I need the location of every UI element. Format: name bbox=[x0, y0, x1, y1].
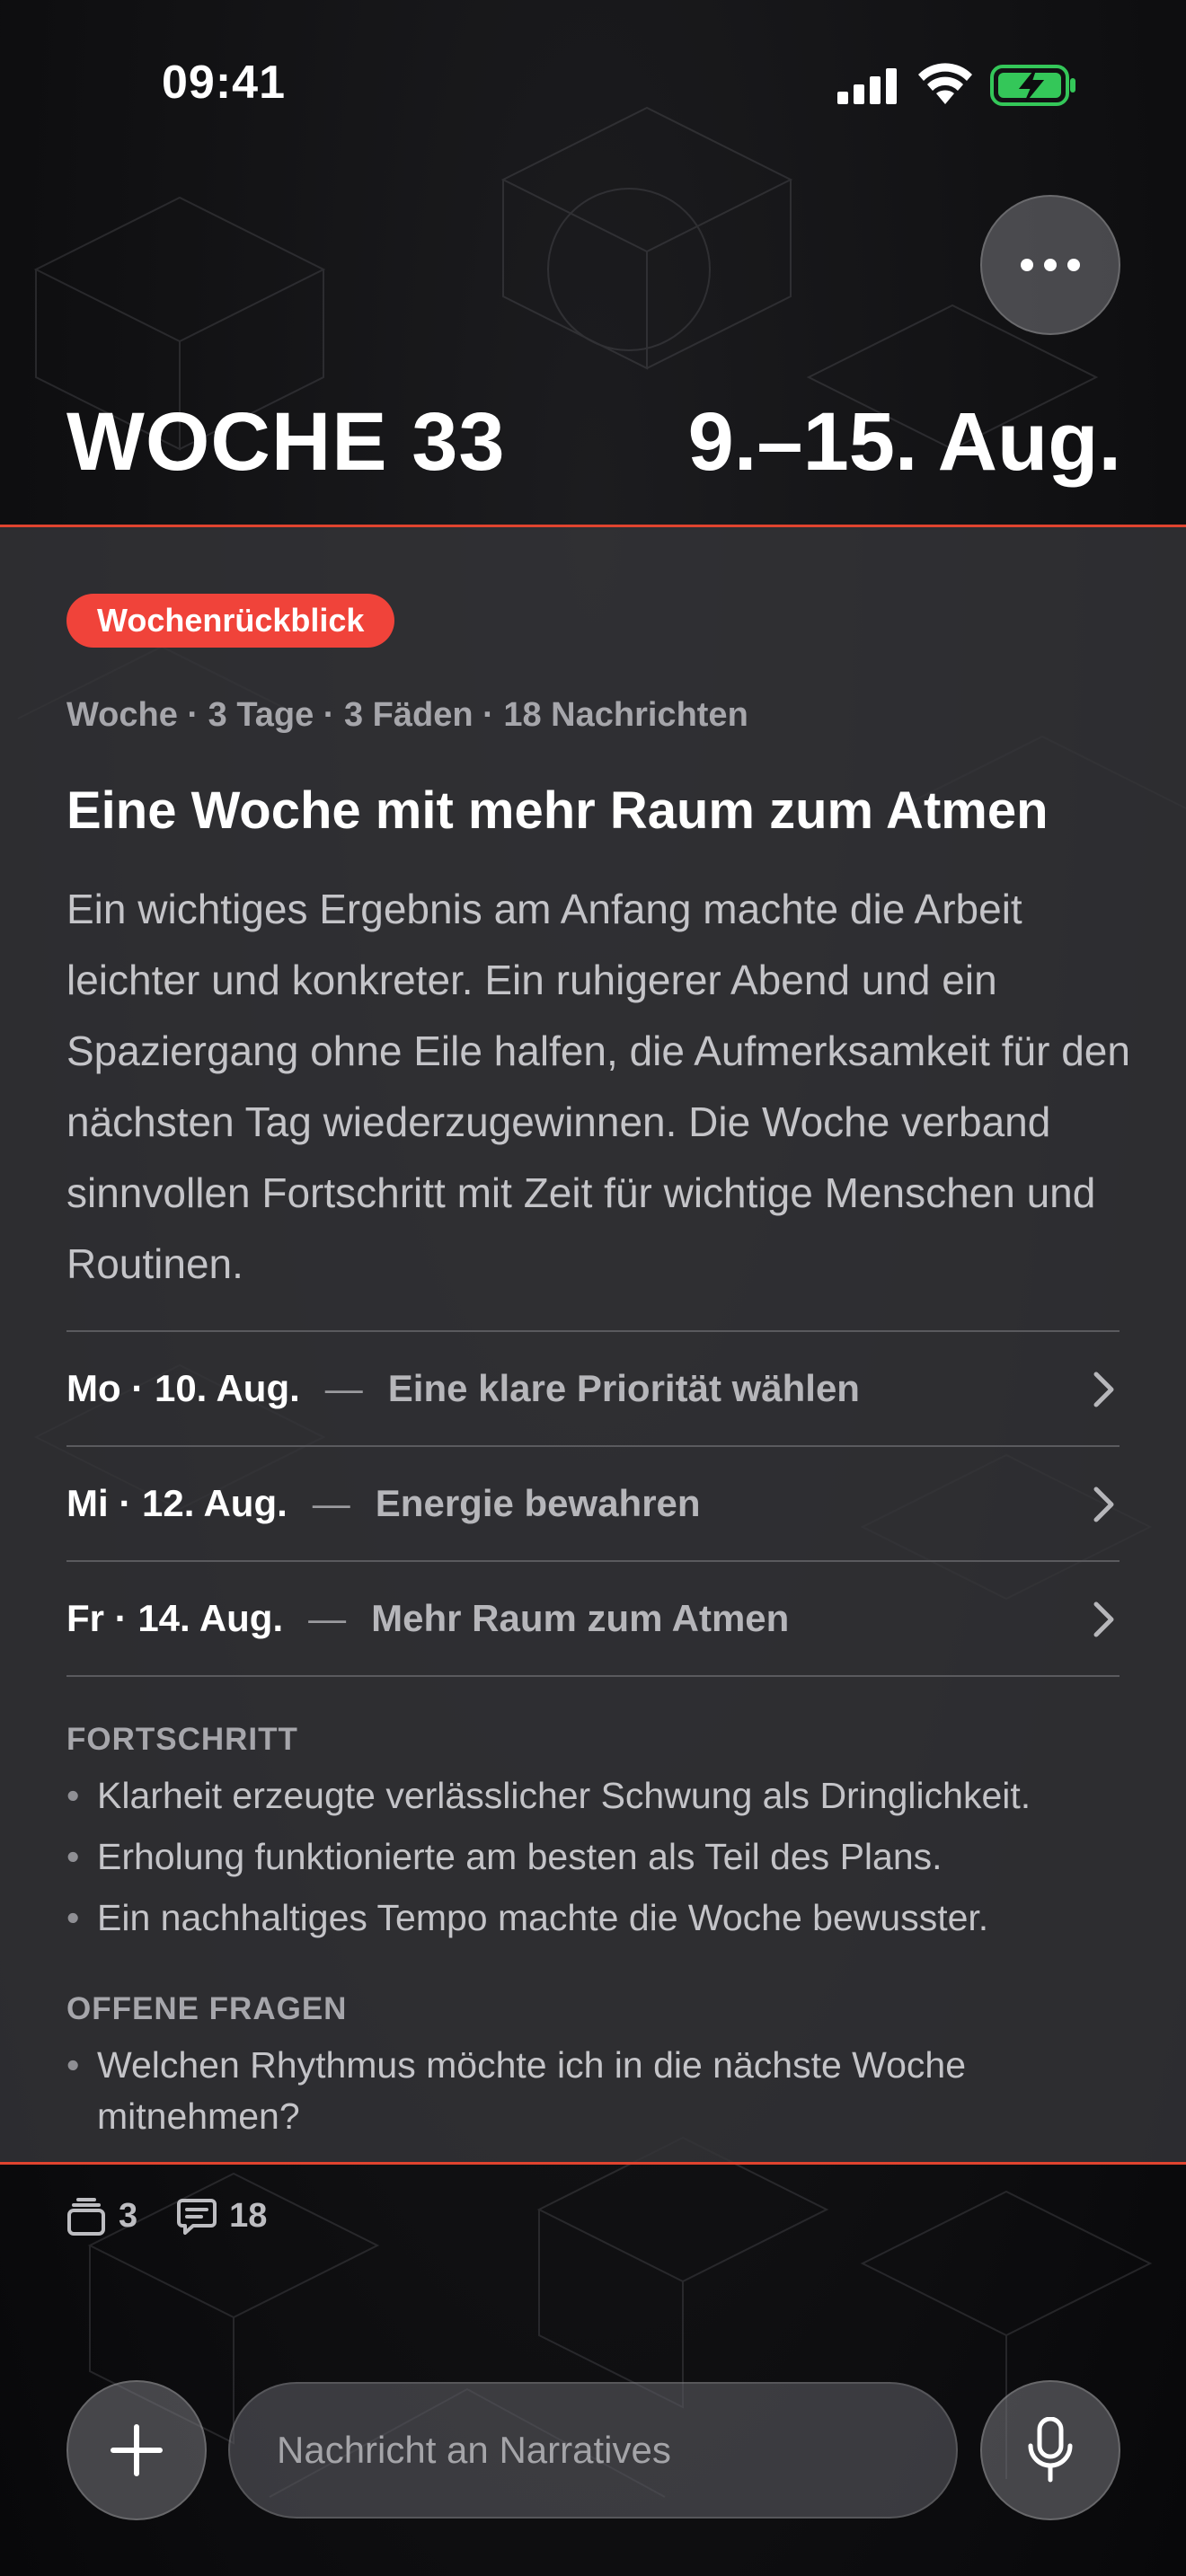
message-count: 18 bbox=[229, 2197, 268, 2235]
day-title: Eine klare Priorität wählen bbox=[387, 1367, 860, 1409]
day-row-monday[interactable]: Mo · 10. Aug. — Eine klare Priorität wäh… bbox=[66, 1330, 1120, 1445]
thread-count: 3 bbox=[119, 2197, 138, 2235]
day-title: Energie bewahren bbox=[375, 1482, 701, 1524]
stack-icon bbox=[67, 2197, 105, 2236]
bullet-mark: • bbox=[66, 1836, 80, 1877]
screen: 09:41 WOCHE 33 9.–15. Aug. Wochenrückbli… bbox=[0, 0, 1186, 2576]
week-title: WOCHE 33 bbox=[66, 396, 506, 488]
chevron-right-icon bbox=[1093, 1372, 1114, 1407]
progress-item: • Klarheit erzeugte verlässlicher Schwun… bbox=[66, 1770, 1127, 1822]
question-item-text: Welchen Rhythmus möchte ich in die nächs… bbox=[97, 2044, 967, 2137]
chevron-right-icon bbox=[1093, 1601, 1114, 1637]
chat-bubble-icon bbox=[177, 2198, 217, 2235]
day-dash: — bbox=[308, 1597, 347, 1639]
message-input[interactable] bbox=[228, 2382, 958, 2519]
day-date: Mo · 10. Aug. bbox=[66, 1367, 300, 1409]
weekly-review-card: Wochenrückblick Woche · 3 Tage · 3 Fäden… bbox=[0, 525, 1186, 2165]
progress-item: • Erholung funktionierte am besten als T… bbox=[66, 1831, 1127, 1883]
summary-body: Ein wichtiges Ergebnis am Anfang machte … bbox=[66, 886, 1130, 1287]
progress-item-text: Ein nachhaltiges Tempo machte die Woche … bbox=[97, 1897, 989, 1938]
wifi-icon bbox=[918, 63, 972, 104]
day-date: Mi · 12. Aug. bbox=[66, 1482, 288, 1524]
microphone-button[interactable] bbox=[980, 2380, 1120, 2520]
day-row-wednesday[interactable]: Mi · 12. Aug. — Energie bewahren bbox=[66, 1445, 1120, 1560]
open-questions-list: • Welchen Rhythmus möchte ich in die näc… bbox=[66, 2040, 1082, 2152]
day-dash: — bbox=[324, 1367, 363, 1409]
more-icon bbox=[1021, 259, 1033, 271]
progress-list: • Klarheit erzeugte verlässlicher Schwun… bbox=[66, 1770, 1127, 1954]
microphone-icon bbox=[1028, 2417, 1073, 2483]
bullet-mark: • bbox=[66, 1775, 80, 1816]
more-icon-dot bbox=[1067, 259, 1080, 271]
add-button[interactable] bbox=[66, 2380, 207, 2520]
review-badge: Wochenrückblick bbox=[66, 594, 395, 648]
progress-item-text: Erholung funktionierte am besten als Tei… bbox=[97, 1836, 943, 1877]
day-list: Mo · 10. Aug. — Eine klare Priorität wäh… bbox=[66, 1330, 1120, 1677]
status-bar: 09:41 bbox=[0, 0, 1186, 180]
progress-item: • Ein nachhaltiges Tempo machte die Woch… bbox=[66, 1892, 1127, 1944]
thread-message-counts: 3 18 bbox=[66, 2197, 306, 2236]
battery-charging-icon bbox=[990, 65, 1075, 106]
more-icon-dot bbox=[1044, 259, 1057, 271]
plus-icon bbox=[111, 2424, 163, 2476]
day-date: Fr · 14. Aug. bbox=[66, 1597, 284, 1639]
day-title: Mehr Raum zum Atmen bbox=[371, 1597, 790, 1639]
bullet-mark: • bbox=[66, 2044, 80, 2086]
status-time: 09:41 bbox=[162, 57, 286, 109]
question-item: • Welchen Rhythmus möchte ich in die näc… bbox=[66, 2040, 1082, 2142]
open-questions-heading: OFFENE FRAGEN bbox=[66, 1991, 348, 2026]
signal-icon bbox=[837, 68, 897, 104]
review-meta: Woche · 3 Tage · 3 Fäden · 18 Nachrichte… bbox=[66, 696, 748, 734]
bullet-mark: • bbox=[66, 1897, 80, 1938]
day-dash: — bbox=[312, 1482, 350, 1524]
progress-heading: FORTSCHRITT bbox=[66, 1722, 298, 1757]
summary-title: Eine Woche mit mehr Raum zum Atmen bbox=[66, 781, 1049, 840]
chevron-right-icon bbox=[1093, 1486, 1114, 1522]
more-options-button[interactable] bbox=[980, 195, 1120, 335]
composer-bar bbox=[0, 2380, 1186, 2524]
progress-item-text: Klarheit erzeugte verlässlicher Schwung … bbox=[97, 1775, 1031, 1816]
week-date-range: 9.–15. Aug. bbox=[687, 396, 1121, 488]
day-row-friday[interactable]: Fr · 14. Aug. — Mehr Raum zum Atmen bbox=[66, 1560, 1120, 1677]
